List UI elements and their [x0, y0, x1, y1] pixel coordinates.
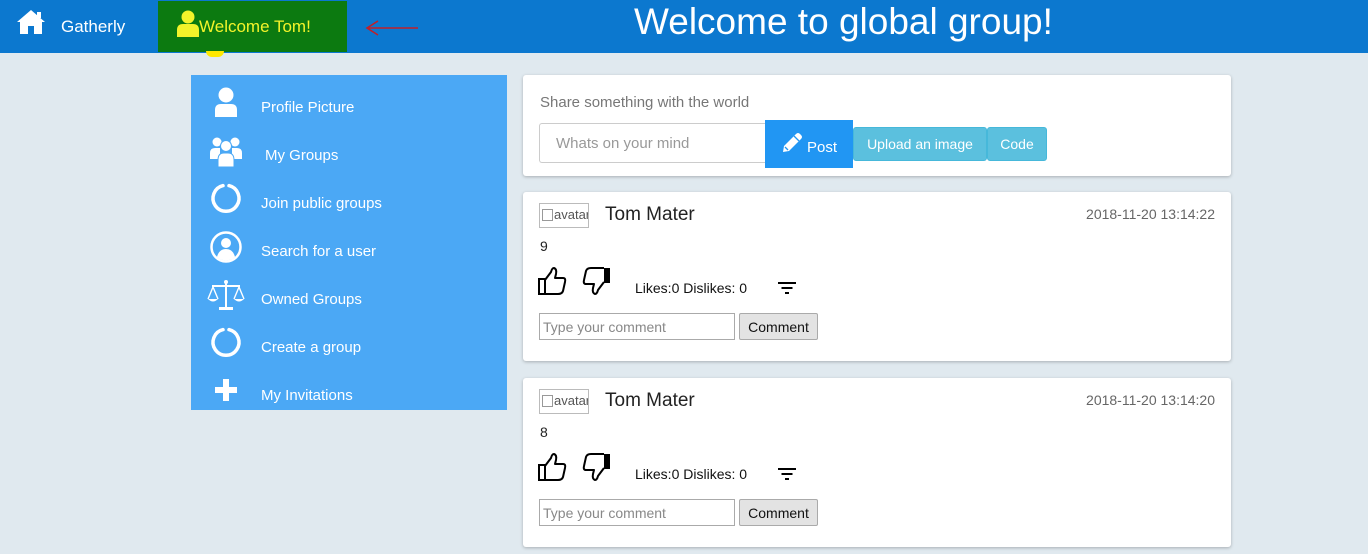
plus-icon: [215, 379, 237, 401]
post-content: 9: [540, 238, 548, 254]
broken-image-icon: [542, 209, 553, 221]
sidebar-item-label: Search for a user: [261, 243, 377, 260]
comment-input[interactable]: [539, 499, 735, 526]
sidebar-item-create-group[interactable]: Create a group: [191, 319, 507, 367]
sidebar-item-label: Join public groups: [261, 195, 382, 212]
post-card: avatar Tom Mater 2018-11-20 13:14:20 8 L…: [523, 378, 1231, 547]
filter-icon[interactable]: [777, 467, 797, 481]
pencil-icon: [783, 133, 802, 152]
post-author[interactable]: Tom Mater: [605, 204, 695, 226]
thumbs-up-icon[interactable]: [537, 452, 567, 482]
users-group-icon: [210, 137, 242, 168]
sidebar-item-my-invitations[interactable]: My Invitations: [191, 367, 507, 415]
avatar: avatar: [539, 203, 589, 228]
share-card: Share something with the world Post Uplo…: [523, 75, 1231, 176]
avatar-alt-text: avatar: [554, 393, 589, 408]
balance-scale-icon: [207, 280, 245, 310]
post-button-label: Post: [807, 139, 838, 156]
sidebar-item-profile-picture[interactable]: Profile Picture: [191, 79, 507, 127]
sidebar: Profile Picture My Groups Join public gr…: [191, 75, 507, 410]
user-icon: [215, 87, 237, 117]
annotation-arrow-icon: [365, 20, 418, 36]
user-icon: [177, 10, 199, 37]
code-button[interactable]: Code: [987, 127, 1047, 161]
circle-notch-icon: [211, 183, 241, 213]
avatar: avatar: [539, 389, 589, 414]
sidebar-item-label: My Invitations: [261, 387, 353, 404]
post-content: 8: [540, 424, 548, 440]
circle-notch-icon: [211, 327, 241, 357]
sidebar-item-label: Owned Groups: [261, 291, 362, 308]
broken-image-icon: [542, 395, 553, 407]
post-button[interactable]: Post: [765, 120, 853, 168]
post-timestamp: 2018-11-20 13:14:22: [1086, 206, 1215, 222]
highlight-mark: [206, 51, 224, 57]
top-navbar: Gatherly Welcome Tom! Welcome to global …: [0, 0, 1368, 57]
comment-button[interactable]: Comment: [739, 499, 818, 526]
thumbs-up-icon[interactable]: [537, 266, 567, 296]
sidebar-item-label: Create a group: [261, 339, 362, 356]
page-title: Welcome to global group!: [634, 1, 1053, 42]
brand-link[interactable]: Gatherly: [61, 17, 125, 37]
post-author[interactable]: Tom Mater: [605, 390, 695, 412]
post-timestamp: 2018-11-20 13:14:20: [1086, 392, 1215, 408]
post-input[interactable]: [539, 123, 765, 163]
sidebar-item-my-groups[interactable]: My Groups: [191, 127, 507, 175]
thumbs-down-icon[interactable]: [582, 452, 612, 482]
post-card: avatar Tom Mater 2018-11-20 13:14:22 9 L…: [523, 192, 1231, 361]
comment-button[interactable]: Comment: [739, 313, 818, 340]
user-circle-icon: [210, 231, 242, 263]
home-icon[interactable]: [16, 9, 46, 35]
sidebar-item-join-public-groups[interactable]: Join public groups: [191, 175, 507, 223]
comment-input[interactable]: [539, 313, 735, 340]
thumbs-down-icon[interactable]: [582, 266, 612, 296]
welcome-label: Welcome Tom!: [199, 17, 311, 36]
like-dislike-counts: Likes:0 Dislikes: 0: [635, 466, 748, 482]
welcome-user-link[interactable]: Welcome Tom!: [158, 1, 347, 57]
sidebar-item-label: Profile Picture: [261, 99, 355, 116]
avatar-alt-text: avatar: [554, 207, 589, 222]
sidebar-item-owned-groups[interactable]: Owned Groups: [191, 271, 507, 319]
sidebar-item-search-user[interactable]: Search for a user: [191, 223, 507, 271]
filter-icon[interactable]: [777, 281, 797, 295]
sidebar-item-label: My Groups: [265, 147, 339, 164]
upload-image-button[interactable]: Upload an image: [853, 127, 987, 161]
share-label: Share something with the world: [540, 94, 750, 111]
like-dislike-counts: Likes:0 Dislikes: 0: [635, 280, 748, 296]
